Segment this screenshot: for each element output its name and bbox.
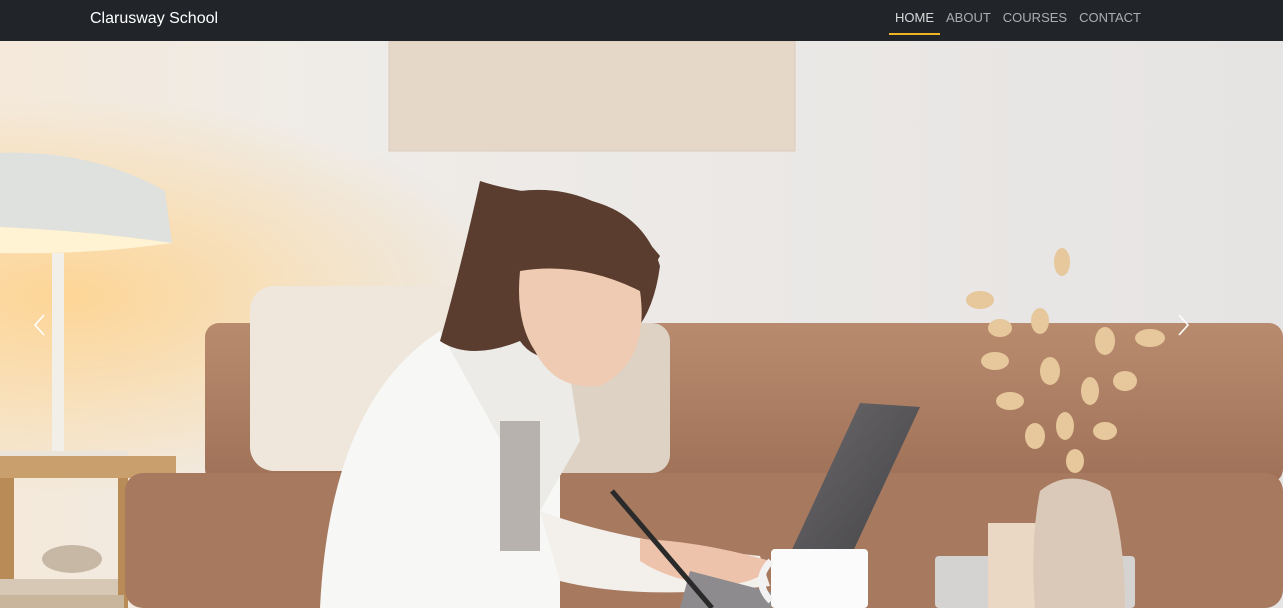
brand-link[interactable]: Clarusway School [90, 9, 218, 29]
carousel-prev-button[interactable] [0, 41, 80, 608]
navbar: Clarusway School HOME ABOUT COURSES CONT… [0, 0, 1283, 41]
active-underline [889, 33, 940, 35]
nav-link-courses-label: COURSES [1002, 10, 1068, 25]
nav-link-contact[interactable]: CONTACT [1073, 0, 1147, 41]
nav-link-about-label: ABOUT [946, 10, 991, 25]
nav-links: HOME ABOUT COURSES CONTACT [889, 0, 1147, 41]
carousel-slide [0, 41, 1283, 608]
nav-link-courses[interactable]: COURSES [997, 0, 1073, 41]
chevron-left-icon [33, 313, 45, 336]
nav-link-about[interactable]: ABOUT [940, 0, 997, 41]
wall-art [388, 41, 796, 152]
nav-link-home[interactable]: HOME [889, 0, 940, 41]
hero-carousel [0, 41, 1283, 608]
chevron-right-icon [1178, 313, 1190, 336]
nav-link-home-label: HOME [895, 10, 934, 25]
slide-image [0, 41, 1283, 608]
nav-link-contact-label: CONTACT [1079, 10, 1141, 25]
carousel-next-button[interactable] [1143, 41, 1223, 608]
